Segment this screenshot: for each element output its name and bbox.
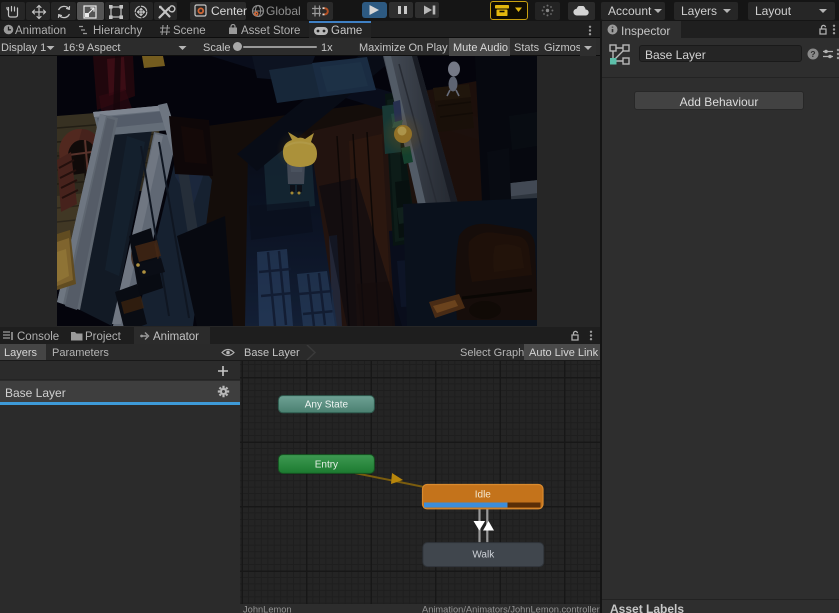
svg-text:?: ? [810,49,815,59]
svg-text:Any State: Any State [305,400,349,411]
svg-text:Idle: Idle [475,490,492,501]
svg-text:JohnLemon: JohnLemon [243,605,292,613]
svg-text:Animation/Animators/JohnLemon.: Animation/Animators/JohnLemon.controller [422,605,600,613]
svg-text:Entry: Entry [315,460,338,471]
svg-text:Walk: Walk [472,550,495,561]
